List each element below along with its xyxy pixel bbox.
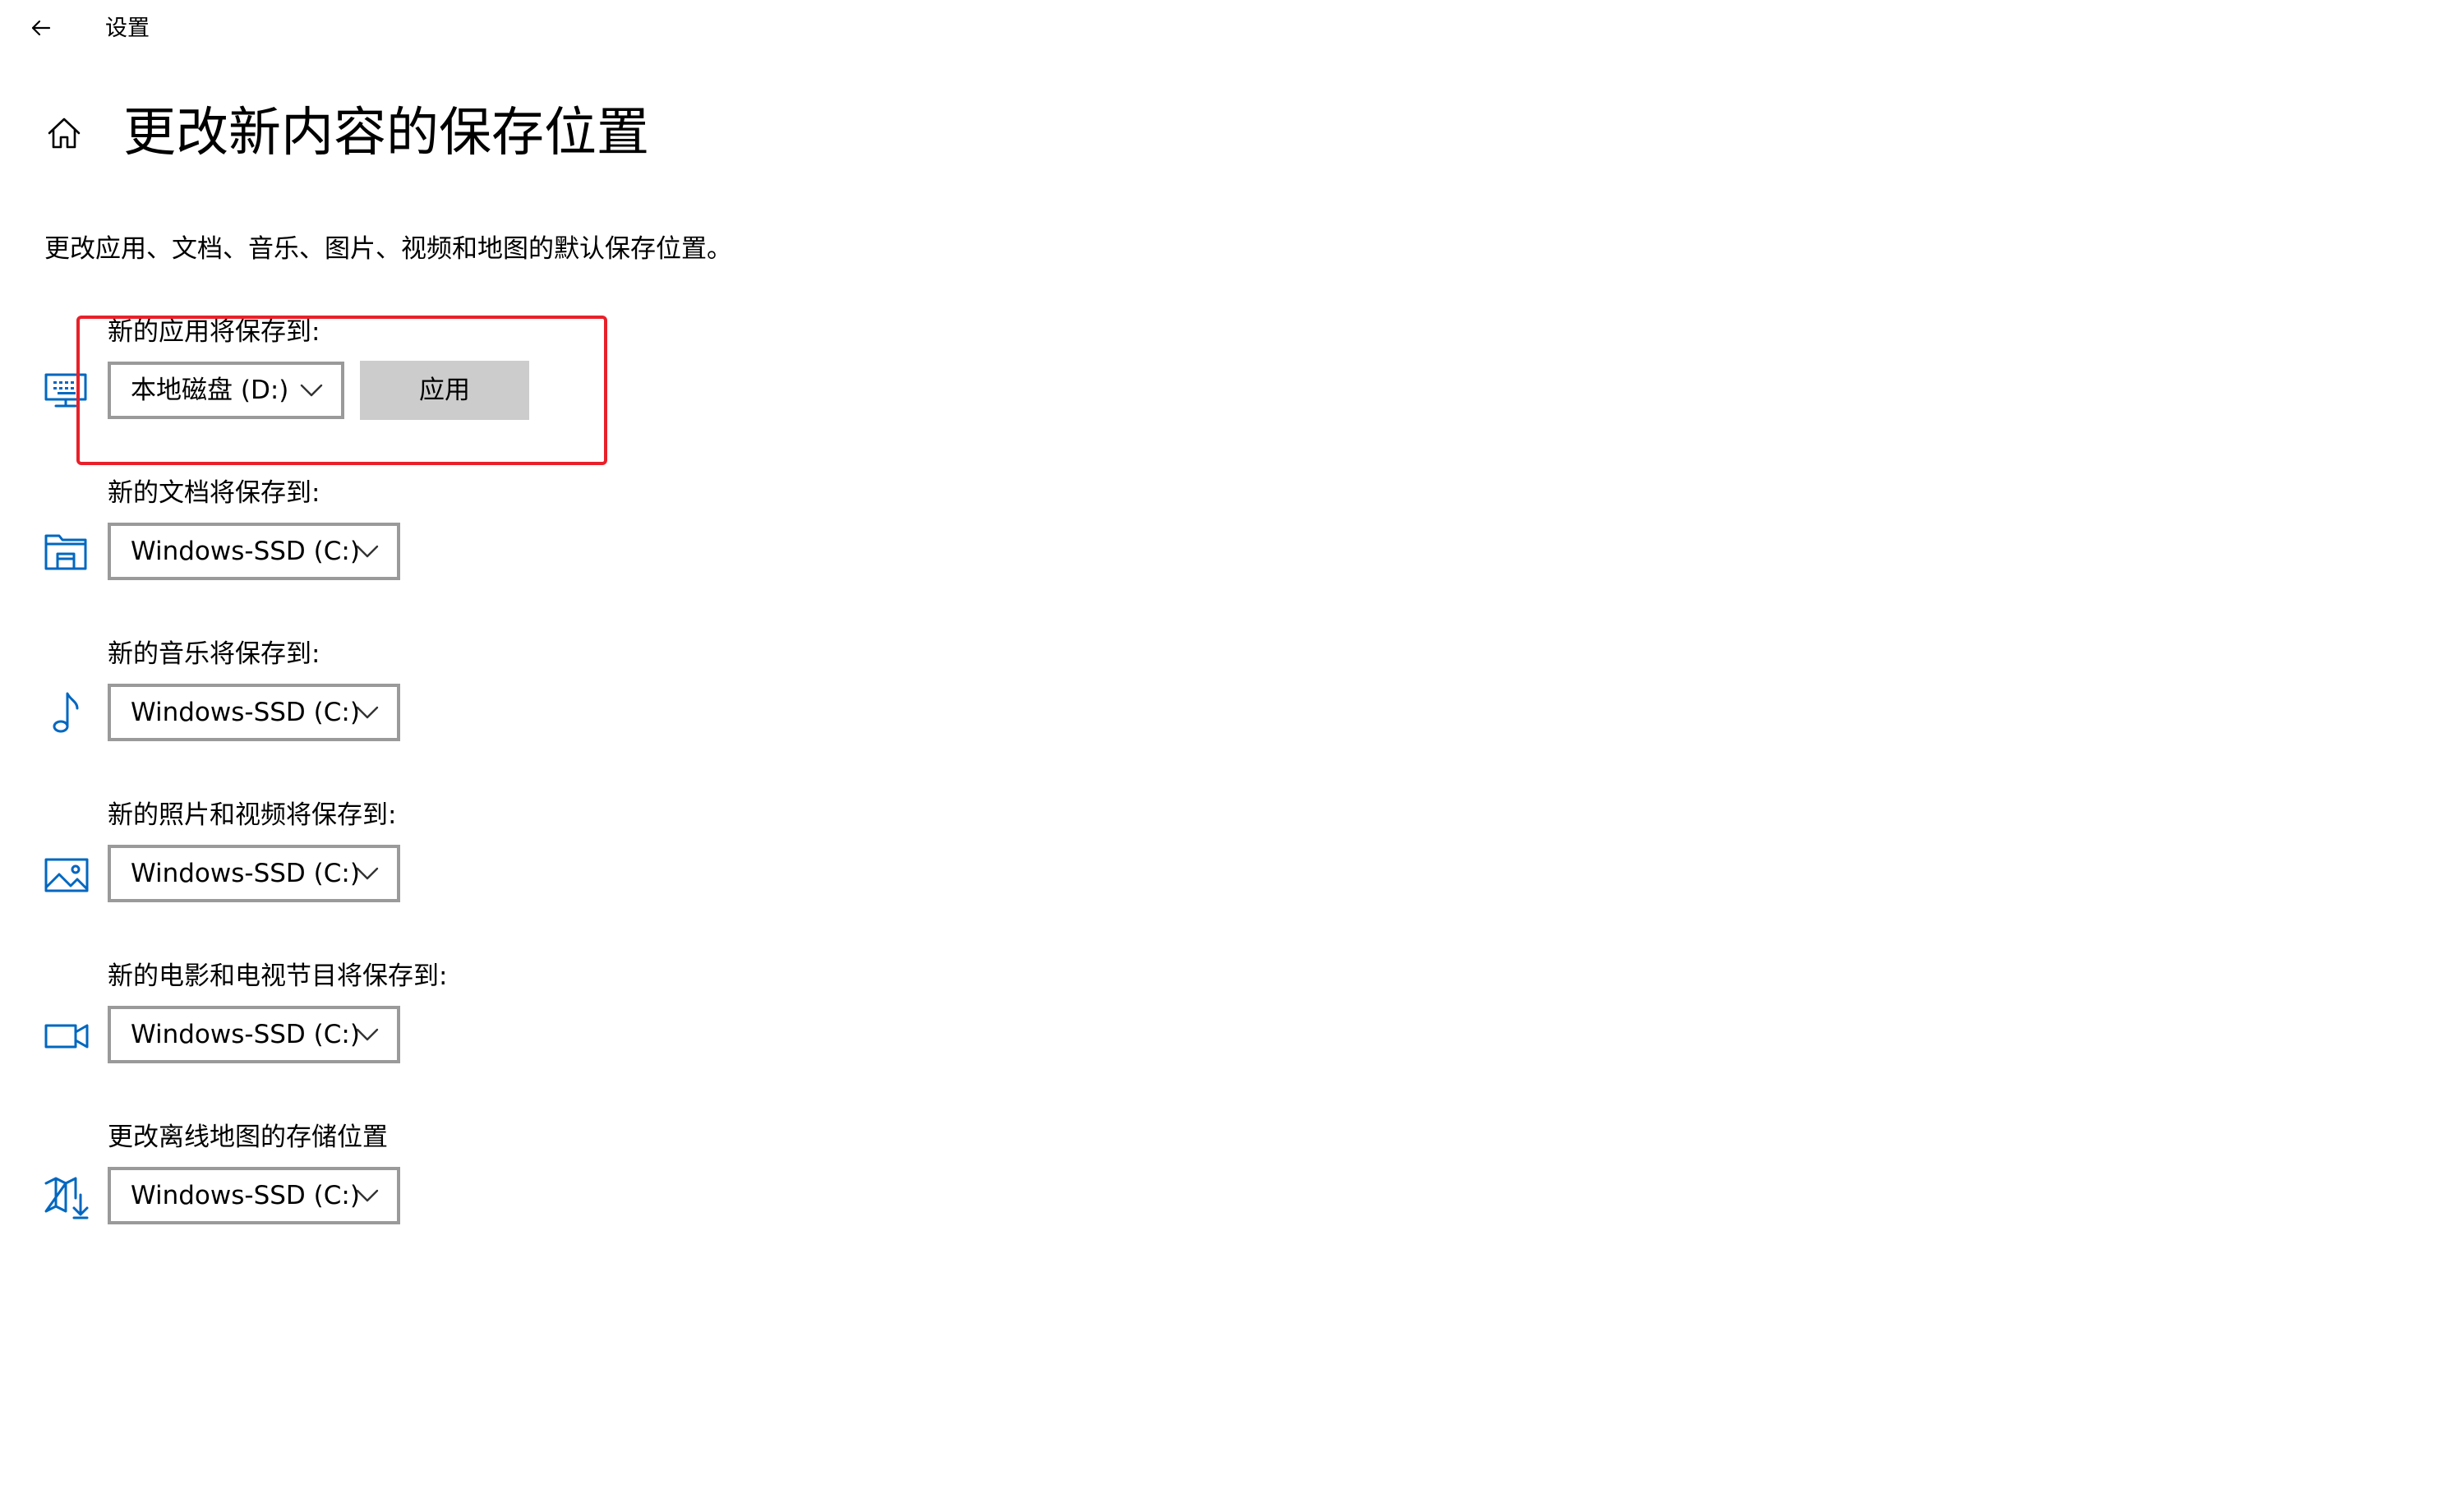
chevron-down-icon <box>356 1189 379 1202</box>
documents-save-label: 新的文档将保存到: <box>108 478 320 508</box>
documents-drive-dropdown[interactable]: Windows-SSD (C:) <box>108 523 400 580</box>
chevron-down-icon <box>356 545 379 558</box>
chevron-down-icon <box>356 1028 379 1041</box>
maps-drive-dropdown[interactable]: Windows-SSD (C:) <box>108 1167 400 1224</box>
photos-drive-value: Windows-SSD (C:) <box>131 859 360 888</box>
map-download-icon <box>44 1177 89 1219</box>
movies-save-label: 新的电影和电视节目将保存到: <box>108 961 448 991</box>
music-drive-dropdown[interactable]: Windows-SSD (C:) <box>108 684 400 741</box>
document-folder-icon <box>44 534 87 570</box>
picture-icon <box>44 858 89 892</box>
maps-save-label: 更改离线地图的存储位置 <box>108 1122 388 1152</box>
photos-save-label: 新的照片和视频将保存到: <box>108 800 397 830</box>
photos-drive-dropdown[interactable]: Windows-SSD (C:) <box>108 845 400 902</box>
window-title: 设置 <box>105 16 150 41</box>
monitor-keyboard-icon <box>44 373 87 408</box>
movies-drive-value: Windows-SSD (C:) <box>131 1020 360 1049</box>
apply-button[interactable]: 应用 <box>360 361 529 420</box>
settings-window: 设置 更改新内容的保存位置 更改应用、文档、音乐、图片、视频和地图的默认保存位置… <box>0 0 2457 1512</box>
apps-drive-dropdown[interactable]: 本地磁盘 (D:) <box>108 362 344 419</box>
music-note-icon <box>53 692 79 733</box>
maps-drive-value: Windows-SSD (C:) <box>131 1181 360 1210</box>
documents-drive-value: Windows-SSD (C:) <box>131 537 360 566</box>
movies-drive-dropdown[interactable]: Windows-SSD (C:) <box>108 1006 400 1063</box>
video-camera-icon <box>44 1024 89 1049</box>
chevron-down-icon <box>356 706 379 719</box>
page-description: 更改应用、文档、音乐、图片、视频和地图的默认保存位置。 <box>44 234 732 264</box>
music-save-label: 新的音乐将保存到: <box>108 639 320 669</box>
chevron-down-icon <box>300 384 323 397</box>
page-title: 更改新内容的保存位置 <box>123 103 649 164</box>
apps-drive-value: 本地磁盘 (D:) <box>131 376 289 405</box>
apps-save-label: 新的应用将保存到: <box>108 317 320 347</box>
chevron-down-icon <box>356 867 379 880</box>
back-arrow-icon[interactable] <box>25 12 58 44</box>
home-icon[interactable] <box>44 113 84 153</box>
music-drive-value: Windows-SSD (C:) <box>131 698 360 727</box>
